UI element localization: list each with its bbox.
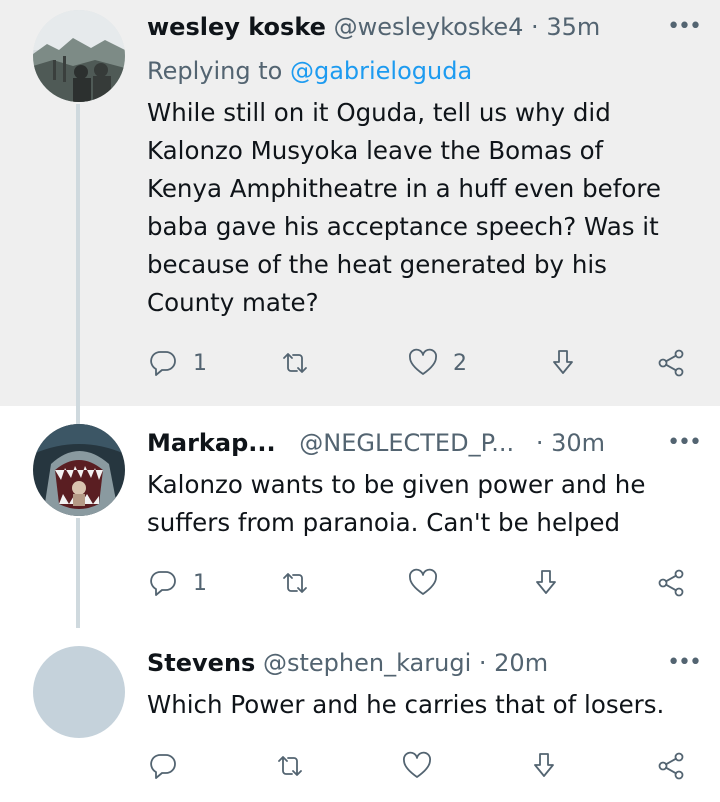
display-name[interactable]: Markap... [147, 429, 276, 457]
display-name[interactable]: Stevens [147, 649, 255, 677]
like-button[interactable]: 2 [407, 343, 467, 383]
avatar-wesley-koske[interactable] [33, 10, 125, 102]
tweet-header: Stevens @stephen_karugi · 20m ••• [147, 646, 702, 680]
share-icon [658, 752, 684, 780]
user-handle[interactable]: @wesleykoske4 [334, 13, 524, 41]
action-bar: 1 2 [147, 343, 692, 383]
reply-count: 1 [193, 350, 207, 376]
reply-count: 1 [193, 570, 207, 596]
reply-icon [150, 351, 176, 376]
thread-line [76, 406, 80, 424]
separator-dot: · [531, 13, 539, 41]
tweet-text: While still on it Oguda, tell us why did… [147, 94, 692, 322]
tweet-text-line: because of the heat generated by his [147, 250, 607, 279]
avatar-stevens[interactable] [33, 646, 125, 738]
share-button[interactable] [655, 343, 687, 383]
reply-button[interactable]: 1 [147, 563, 207, 603]
bookmark-button[interactable] [528, 746, 560, 786]
retweet-icon [283, 353, 307, 373]
bookmark-icon [553, 350, 573, 374]
timestamp[interactable]: 35m [546, 13, 600, 41]
bookmark-icon [536, 570, 556, 594]
replying-to-mention[interactable]: @gabrieloguda [290, 57, 472, 85]
user-handle[interactable]: @stephen_karugi [263, 649, 471, 677]
reply-button[interactable] [147, 746, 193, 786]
display-name[interactable]: wesley koske [147, 13, 326, 41]
share-icon [658, 349, 684, 377]
thread-line [76, 104, 80, 406]
tweet-text: Kalonzo wants to be given power and he s… [147, 466, 692, 542]
tweet-text: Which Power and he carries that of loser… [147, 686, 692, 724]
tweet-markap[interactable]: Markap... @NEGLECTED_P... · 30m ••• Kalo… [0, 406, 720, 628]
tweet-header: Markap... @NEGLECTED_P... · 30m ••• [147, 426, 702, 460]
more-icon[interactable]: ••• [667, 10, 702, 44]
reply-icon [150, 571, 176, 596]
bookmark-button[interactable] [547, 343, 579, 383]
share-button[interactable] [655, 563, 687, 603]
reply-button[interactable]: 1 [147, 343, 207, 383]
bookmark-button[interactable] [530, 563, 562, 603]
more-icon[interactable]: ••• [667, 426, 702, 460]
tweet-text-line: Kalonzo wants to be given power and he [147, 470, 646, 499]
bookmark-icon [534, 753, 554, 777]
action-bar: 1 [147, 563, 692, 603]
tweet-text-line: suffers from paranoia. Can't be helped [147, 508, 621, 537]
like-button[interactable] [407, 563, 453, 603]
like-icon [409, 568, 437, 595]
like-icon [403, 751, 431, 778]
retweet-button[interactable] [279, 563, 325, 603]
avatar-markap[interactable] [33, 424, 125, 516]
separator-dot: · [535, 429, 544, 457]
tweet-text-line: Kenya Amphitheatre in a huff even before [147, 174, 661, 203]
timestamp[interactable]: 30m [551, 429, 605, 457]
like-icon [409, 348, 437, 375]
tweet-text-line: While still on it Oguda, tell us why did [147, 98, 611, 127]
retweet-button[interactable] [279, 343, 325, 383]
action-bar [147, 746, 692, 786]
share-button[interactable] [655, 746, 687, 786]
tweet-text-line: Kalonzo Musyoka leave the Bomas of [147, 136, 604, 165]
like-count: 2 [453, 350, 467, 376]
more-icon[interactable]: ••• [667, 646, 702, 680]
separator-dot: · [478, 649, 487, 677]
tweet-text-line: County mate? [147, 288, 319, 317]
tweet-text-line: Which Power and he carries that of loser… [147, 690, 665, 719]
replying-to: Replying to @gabrieloguda [147, 54, 472, 88]
share-icon [658, 569, 684, 597]
tweet-stevens[interactable]: Stevens @stephen_karugi · 20m ••• Which … [0, 628, 720, 802]
retweet-button[interactable] [274, 746, 320, 786]
user-handle[interactable]: @NEGLECTED_P... [299, 429, 514, 457]
reply-icon [150, 754, 176, 779]
tweet-header: wesley koske @wesleykoske4 · 35m ••• [147, 10, 702, 44]
like-button[interactable] [401, 746, 447, 786]
tweet-text-line: baba gave his acceptance speech? Was it [147, 212, 659, 241]
retweet-icon [278, 756, 302, 776]
retweet-icon [283, 573, 307, 593]
thread-line [76, 518, 80, 628]
tweet-wesley-koske[interactable]: wesley koske @wesleykoske4 · 35m ••• Rep… [0, 0, 720, 406]
timestamp[interactable]: 20m [494, 649, 548, 677]
replying-to-label: Replying to [147, 57, 283, 85]
